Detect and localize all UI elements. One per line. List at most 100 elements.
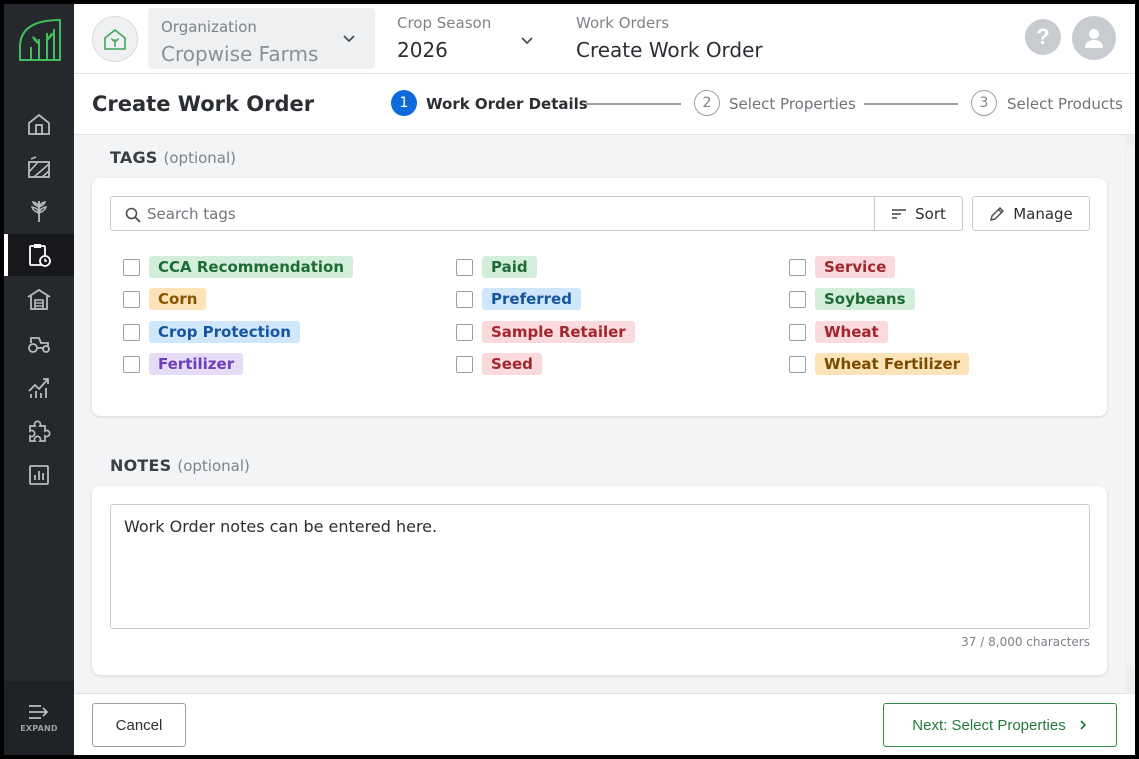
cancel-button[interactable]: Cancel [92, 703, 186, 747]
tag-label: Paid [482, 256, 537, 278]
chevron-right-icon [1080, 720, 1086, 730]
farm-house-icon [104, 28, 126, 50]
search-icon [125, 207, 141, 223]
tag-item: Wheat [789, 321, 888, 343]
sidebar-expand-button[interactable]: EXPAND [4, 681, 74, 755]
tag-checkbox[interactable] [789, 323, 806, 341]
tag-label: Corn [149, 288, 207, 310]
tag-label: Preferred [482, 288, 581, 310]
tag-item: Sample Retailer [456, 321, 635, 343]
sidebar-item-home[interactable] [4, 103, 74, 145]
tags-card: Sort Manage CCA Recommendation Corn Crop… [92, 178, 1107, 416]
integrations-icon [29, 420, 51, 442]
tag-item: Service [789, 256, 896, 278]
tag-checkbox[interactable] [789, 290, 806, 308]
sidebar-item-equipment[interactable] [4, 322, 74, 364]
tag-label: Wheat Fertilizer [815, 353, 970, 375]
step-1-circle: 1 [391, 90, 417, 116]
help-icon: ? [1036, 24, 1050, 49]
manage-label: Manage [1013, 204, 1073, 223]
footer-actions: Cancel Next: Select Properties [74, 693, 1135, 755]
next-select-properties-button[interactable]: Next: Select Properties [883, 703, 1117, 747]
notes-title: NOTES [110, 456, 172, 475]
tag-checkbox[interactable] [456, 290, 473, 308]
sidebar: EXPAND [4, 4, 74, 755]
tags-optional: (optional) [163, 149, 237, 167]
chevron-down-icon [343, 35, 355, 43]
sidebar-item-reports[interactable] [4, 454, 74, 496]
notes-section-title: NOTES (optional) [110, 456, 250, 475]
step-3-circle: 3 [971, 90, 997, 116]
tag-item: Soybeans [789, 288, 915, 310]
organization-label: Organization [161, 18, 257, 36]
tag-label: Wheat [815, 321, 888, 343]
tag-checkbox[interactable] [123, 258, 140, 276]
crops-icon [30, 201, 48, 222]
crop-season-label: Crop Season [397, 14, 492, 32]
tag-label: Seed [482, 353, 542, 375]
sidebar-item-integrations[interactable] [4, 410, 74, 452]
tag-label: Service [815, 256, 896, 278]
warehouse-icon [27, 288, 51, 310]
tag-checkbox[interactable] [789, 355, 806, 373]
sidebar-item-work-orders[interactable] [4, 234, 74, 276]
step-connector [864, 103, 958, 105]
tag-checkbox[interactable] [123, 355, 140, 373]
scrollbar-thumb[interactable] [1126, 145, 1134, 665]
tag-item: Corn [123, 288, 207, 310]
crop-season-value: 2026 [397, 38, 448, 62]
pencil-icon [990, 206, 1005, 221]
user-avatar-button[interactable] [1072, 16, 1116, 60]
organization-select[interactable]: Organization Cropwise Farms [148, 8, 375, 69]
tag-search-input[interactable] [147, 197, 867, 230]
sort-label: Sort [915, 204, 946, 223]
tag-checkbox[interactable] [123, 290, 140, 308]
tag-checkbox[interactable] [456, 323, 473, 341]
breadcrumb-current: Create Work Order [576, 38, 763, 62]
help-button[interactable]: ? [1025, 19, 1061, 55]
step-2-circle: 2 [694, 90, 720, 116]
next-button-label: Next: Select Properties [912, 716, 1066, 734]
organization-value: Cropwise Farms [161, 42, 319, 66]
tag-item: Fertilizer [123, 353, 244, 375]
manage-tags-button[interactable]: Manage [972, 196, 1090, 231]
tag-checkbox[interactable] [456, 355, 473, 373]
home-icon [28, 113, 50, 135]
tag-label: Sample Retailer [482, 321, 635, 343]
analytics-icon [28, 378, 49, 398]
expand-label: EXPAND [20, 724, 58, 733]
app-logo-icon[interactable] [17, 17, 63, 63]
app-window: EXPAND Organization Cropwise Farms Crop … [4, 4, 1135, 755]
chevron-down-icon[interactable] [519, 33, 535, 49]
content-scrollbar[interactable] [1125, 135, 1135, 693]
sort-button[interactable]: Sort [874, 196, 963, 231]
sidebar-item-warehouse[interactable] [4, 278, 74, 320]
equipment-icon [28, 337, 50, 353]
tag-item: Preferred [456, 288, 581, 310]
tag-checkbox[interactable] [789, 258, 806, 276]
sidebar-item-fields[interactable] [4, 146, 74, 188]
tag-label: CCA Recommendation [149, 256, 354, 278]
tag-item: Wheat Fertilizer [789, 353, 970, 375]
tag-checkbox[interactable] [123, 323, 140, 341]
notes-char-count: 37 / 8,000 characters [961, 635, 1090, 649]
breadcrumb-parent[interactable]: Work Orders [576, 14, 669, 32]
notes-textarea[interactable]: Work Order notes can be entered here. [110, 504, 1090, 629]
tags-section-title: TAGS (optional) [110, 148, 236, 167]
sidebar-item-crops[interactable] [4, 190, 74, 232]
tag-item: CCA Recommendation [123, 256, 354, 278]
tag-item: Paid [456, 256, 537, 278]
organization-avatar[interactable] [92, 16, 138, 62]
step-1-label: Work Order Details [426, 95, 588, 113]
sort-icon [892, 208, 907, 219]
tags-title: TAGS [110, 148, 158, 167]
fields-icon [28, 156, 50, 178]
tag-checkbox[interactable] [456, 258, 473, 276]
work-orders-icon [29, 244, 51, 267]
user-icon [1085, 29, 1103, 48]
sidebar-item-analytics[interactable] [4, 366, 74, 408]
step-3-label: Select Products [1007, 95, 1123, 113]
step-connector [586, 103, 681, 105]
top-header: Organization Cropwise Farms Crop Season … [74, 4, 1135, 74]
reports-icon [29, 465, 49, 485]
